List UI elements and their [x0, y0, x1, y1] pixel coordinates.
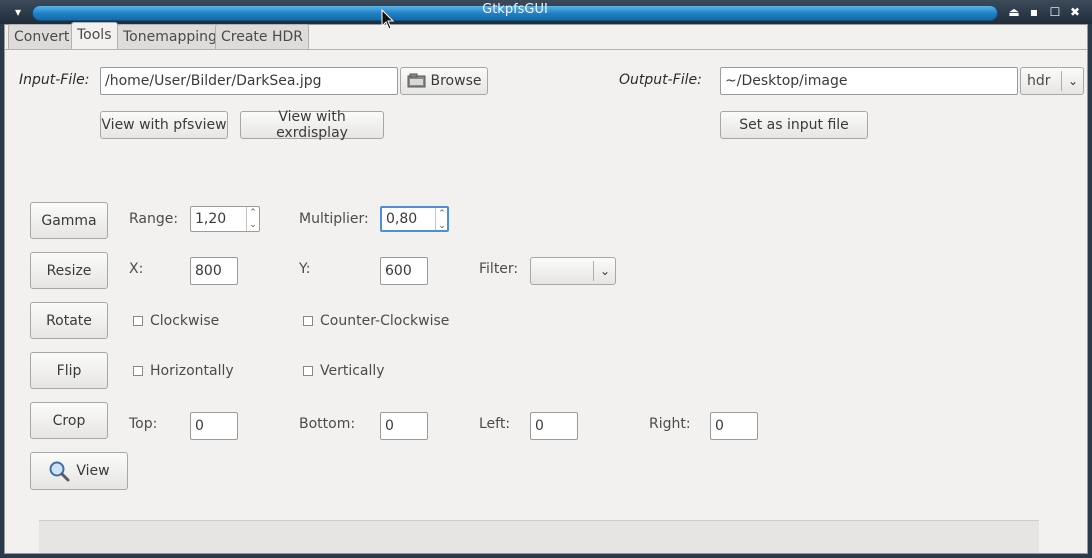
horizontally-label: Horizontally — [150, 363, 234, 379]
left-field[interactable]: 0 — [530, 412, 578, 440]
view-button[interactable]: View — [30, 452, 128, 490]
shade-icon[interactable]: ⏏ — [1006, 4, 1022, 20]
browse-label: Browse — [430, 73, 482, 89]
browse-button[interactable]: Browse — [400, 67, 488, 95]
vertically-checkbox[interactable] — [303, 366, 313, 376]
input-file-label: Input-File: — [19, 72, 90, 88]
spin-arrows-icon[interactable]: ⌃ ⌄ — [246, 207, 259, 231]
input-file-field[interactable]: /home/User/Bilder/DarkSea.jpg — [100, 67, 398, 95]
view-pfsview-button[interactable]: View with pfsview — [100, 111, 228, 139]
magnifier-icon — [49, 461, 70, 482]
window-menu-icon[interactable]: ▾ — [10, 4, 26, 20]
title-bar[interactable]: ▾ GtkpfsGUI ⏏ ▪ ☐ ✖ — [0, 0, 1092, 24]
minimize-icon[interactable]: ▪ — [1026, 4, 1042, 20]
tab-tonemapping[interactable]: Tonemapping — [117, 24, 223, 49]
spin-arrows-icon[interactable]: ⌃ ⌄ — [435, 208, 448, 231]
tab-convert[interactable]: Convert — [8, 24, 76, 49]
folder-icon — [407, 73, 425, 88]
clockwise-checkbox[interactable] — [133, 316, 143, 326]
flip-button[interactable]: Flip — [30, 352, 108, 389]
bottom-label: Bottom: — [299, 416, 356, 432]
left-label: Left: — [479, 416, 511, 432]
maximize-icon[interactable]: ☐ — [1047, 4, 1063, 20]
format-value: hdr — [1027, 73, 1051, 89]
y-label: Y: — [299, 261, 311, 277]
main-window — [4, 24, 1088, 554]
multiplier-label: Multiplier: — [299, 211, 369, 227]
tab-tools[interactable]: Tools — [71, 22, 118, 50]
gamma-button[interactable]: Gamma — [30, 202, 108, 239]
close-icon[interactable]: ✖ — [1067, 4, 1083, 20]
status-bar — [39, 520, 1039, 553]
mouse-cursor-icon — [381, 9, 395, 30]
y-field[interactable]: 600 — [380, 257, 428, 285]
resize-button[interactable]: Resize — [30, 252, 108, 289]
crop-button[interactable]: Crop — [30, 402, 108, 439]
top-field[interactable]: 0 — [190, 412, 238, 440]
tab-create-hdr[interactable]: Create HDR — [215, 24, 310, 49]
rotate-button[interactable]: Rotate — [30, 302, 108, 339]
x-label: X: — [129, 261, 144, 277]
counter-clockwise-label: Counter-Clockwise — [320, 313, 450, 329]
range-value: 1,20 — [195, 211, 227, 227]
multiplier-spinner[interactable]: 0,80 ⌃ ⌄ — [380, 206, 449, 232]
bottom-field[interactable]: 0 — [380, 412, 428, 440]
counter-clockwise-checkbox[interactable] — [303, 316, 313, 326]
view-label: View — [76, 463, 110, 479]
filter-label: Filter: — [479, 261, 519, 277]
set-as-input-button[interactable]: Set as input file — [720, 111, 868, 139]
format-combo[interactable]: hdr ⌄ — [1020, 67, 1084, 95]
multiplier-value: 0,80 — [386, 211, 418, 227]
range-spinner[interactable]: 1,20 ⌃ ⌄ — [190, 206, 260, 232]
filter-combo[interactable]: ⌄ — [530, 257, 616, 285]
right-field[interactable]: 0 — [710, 412, 758, 440]
range-label: Range: — [129, 211, 179, 227]
view-exrdisplay-button[interactable]: View with exrdisplay — [240, 109, 384, 141]
right-label: Right: — [649, 416, 691, 432]
x-field[interactable]: 800 — [190, 257, 238, 285]
top-label: Top: — [129, 416, 158, 432]
output-file-label: Output-File: — [619, 72, 702, 88]
output-file-field[interactable]: ~/Desktop/image — [720, 67, 1018, 95]
clockwise-label: Clockwise — [150, 313, 220, 329]
tab-divider — [5, 49, 1087, 50]
vertically-label: Vertically — [320, 363, 385, 379]
horizontally-checkbox[interactable] — [133, 366, 143, 376]
window-title: GtkpfsGUI — [482, 2, 548, 17]
chevron-down-icon: ⌄ — [593, 261, 616, 281]
chevron-down-icon: ⌄ — [1061, 71, 1084, 91]
